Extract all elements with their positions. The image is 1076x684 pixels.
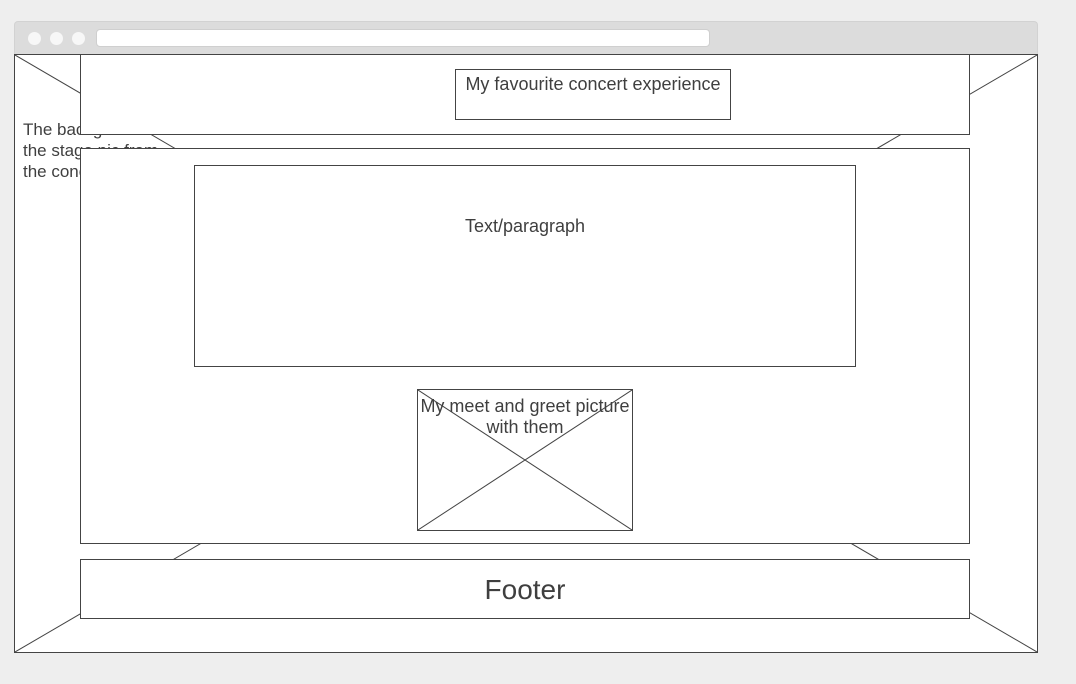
footer-section: Footer — [80, 559, 970, 619]
paragraph-box: Text/paragraph — [194, 165, 856, 367]
window-dot-icon[interactable] — [28, 32, 41, 45]
browser-toolbar — [14, 21, 1038, 54]
header-section: My favourite concert experience — [80, 55, 970, 135]
image-caption: My meet and greet picture with them — [420, 396, 630, 437]
page-title: My favourite concert experience — [465, 74, 721, 94]
page-title-box: My favourite concert experience — [455, 69, 731, 120]
paragraph-label: Text/paragraph — [464, 216, 586, 236]
footer-label: Footer — [484, 574, 566, 605]
page-viewport: The background is the stage pic from the… — [14, 54, 1038, 653]
meet-greet-image-placeholder: My meet and greet picture with them — [417, 389, 633, 531]
window-dot-icon[interactable] — [50, 32, 63, 45]
address-bar[interactable] — [96, 29, 710, 47]
window-dot-icon[interactable] — [72, 32, 85, 45]
